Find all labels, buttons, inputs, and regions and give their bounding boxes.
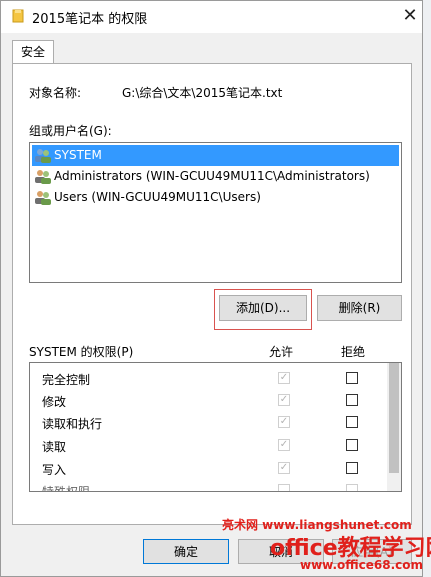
- group-users-label: 组或用户名(G):: [29, 124, 112, 138]
- user-group-icon: [34, 148, 52, 163]
- user-group-icon: [34, 169, 52, 184]
- deny-checkbox[interactable]: [346, 439, 358, 451]
- user-name: Users (WIN-GCUU49MU11C\Users): [54, 190, 261, 204]
- deny-checkbox[interactable]: [346, 394, 358, 406]
- allow-checkbox: ✓: [278, 439, 290, 451]
- deny-checkbox[interactable]: [346, 462, 358, 474]
- list-item[interactable]: Administrators (WIN-GCUU49MU11C\Administ…: [32, 166, 399, 187]
- deny-checkbox: [346, 484, 358, 491]
- remove-button[interactable]: 删除(R): [317, 295, 402, 321]
- scrollbar-thumb[interactable]: [389, 363, 399, 473]
- folder-icon: [12, 9, 24, 23]
- user-list[interactable]: SYSTEM Administrators (WIN-GCUU49MU11C\A…: [29, 142, 402, 283]
- tab-security[interactable]: 安全: [12, 40, 54, 64]
- permission-name: 修改: [42, 395, 67, 409]
- deny-checkbox[interactable]: [346, 372, 358, 384]
- permission-row: 特殊权限: [30, 479, 387, 492]
- permission-row: 读取和执行 ✓: [30, 411, 387, 433]
- deny-header: 拒绝: [341, 345, 366, 359]
- allow-checkbox: ✓: [278, 462, 290, 474]
- user-group-icon: [34, 190, 52, 205]
- user-name: Administrators (WIN-GCUU49MU11C\Administ…: [54, 169, 370, 183]
- ok-button[interactable]: 确定: [143, 539, 229, 564]
- allow-checkbox: ✓: [278, 394, 290, 406]
- permission-name: 特殊权限: [42, 485, 91, 492]
- scrollbar[interactable]: [387, 363, 401, 491]
- permission-name: 写入: [42, 463, 67, 477]
- permission-row: 读取 ✓: [30, 434, 387, 456]
- watermark-line-3: www.office68.com: [300, 558, 424, 572]
- deny-checkbox[interactable]: [346, 416, 358, 428]
- user-name: SYSTEM: [54, 148, 102, 162]
- permission-name: 完全控制: [42, 373, 91, 387]
- permissions-label: SYSTEM 的权限(P): [29, 345, 134, 359]
- permissions-list[interactable]: 完全控制 ✓ 修改 ✓ 读取和执行 ✓ 读取 ✓ 写入 ✓ 特殊权限: [29, 362, 402, 492]
- list-item[interactable]: SYSTEM: [32, 145, 399, 166]
- permission-row: 完全控制 ✓: [30, 367, 387, 389]
- object-name-value: G:\综合\文本\2015笔记本.txt: [122, 86, 283, 100]
- allow-checkbox: ✓: [278, 372, 290, 384]
- allow-header: 允许: [269, 345, 294, 359]
- permission-name: 读取: [42, 440, 67, 454]
- window-title: 2015笔记本 的权限: [32, 12, 148, 27]
- background-window-strip: [423, 0, 431, 577]
- allow-checkbox: ✓: [278, 416, 290, 428]
- permission-row: 修改 ✓: [30, 389, 387, 411]
- close-icon[interactable]: ✕: [398, 5, 422, 27]
- object-name-label: 对象名称:: [29, 86, 82, 100]
- allow-checkbox: [278, 484, 290, 491]
- list-item[interactable]: Users (WIN-GCUU49MU11C\Users): [32, 187, 399, 208]
- permission-row: 写入 ✓: [30, 457, 387, 479]
- add-button[interactable]: 添加(D)...: [219, 295, 307, 321]
- permission-name: 读取和执行: [42, 417, 103, 431]
